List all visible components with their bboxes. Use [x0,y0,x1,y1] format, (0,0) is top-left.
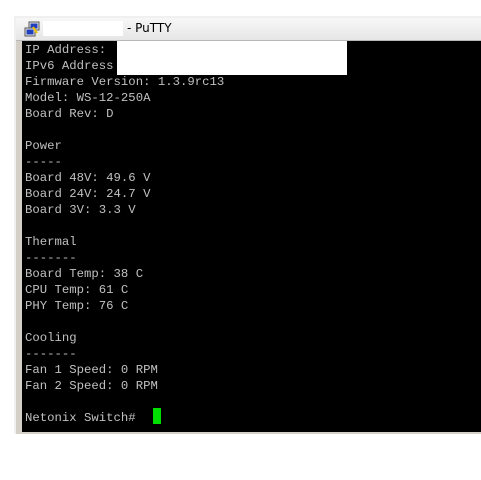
terminal-line: Model: WS-12-250A [25,91,151,105]
text-cursor [153,408,161,424]
terminal-line: Board 24V: 24.7 V [25,187,151,201]
putty-icon[interactable] [24,21,40,37]
terminal-line: IP Address: [25,43,107,57]
terminal-line: Board Temp: 38 C [25,267,144,281]
terminal-line: ------- [25,347,77,361]
terminal-line: Firmware Version: 1.3.9rc13 [25,75,225,89]
terminal-line: Power [25,139,62,153]
terminal-line: Board 3V: 3.3 V [25,203,136,217]
terminal-line: Board 48V: 49.6 V [25,171,151,185]
terminal-line: Fan 2 Speed: 0 RPM [25,379,158,393]
terminal-line: Board Rev: D [25,107,114,121]
terminal-line: CPU Temp: 61 C [25,283,129,297]
terminal-line: Fan 1 Speed: 0 RPM [25,363,158,377]
command-prompt[interactable]: Netonix Switch# [25,410,136,426]
terminal-area[interactable]: IP Address: IPv6 Address Firmware Versio… [22,41,481,432]
terminal-line: ----- [25,155,62,169]
window-title: - PuTTY [127,21,172,35]
terminal-line: Thermal [25,235,77,249]
redacted-hostname [43,21,123,36]
terminal-line: Cooling [25,331,77,345]
terminal-line: PHY Temp: 76 C [25,299,129,313]
terminal-line: IPv6 Address [25,59,114,73]
redacted-ip-addresses [117,41,347,75]
title-bar[interactable]: - PuTTY [16,18,481,41]
terminal-line: ------- [25,251,77,265]
putty-window: - PuTTY IP Address: IPv6 Address Firmwar… [14,16,481,434]
